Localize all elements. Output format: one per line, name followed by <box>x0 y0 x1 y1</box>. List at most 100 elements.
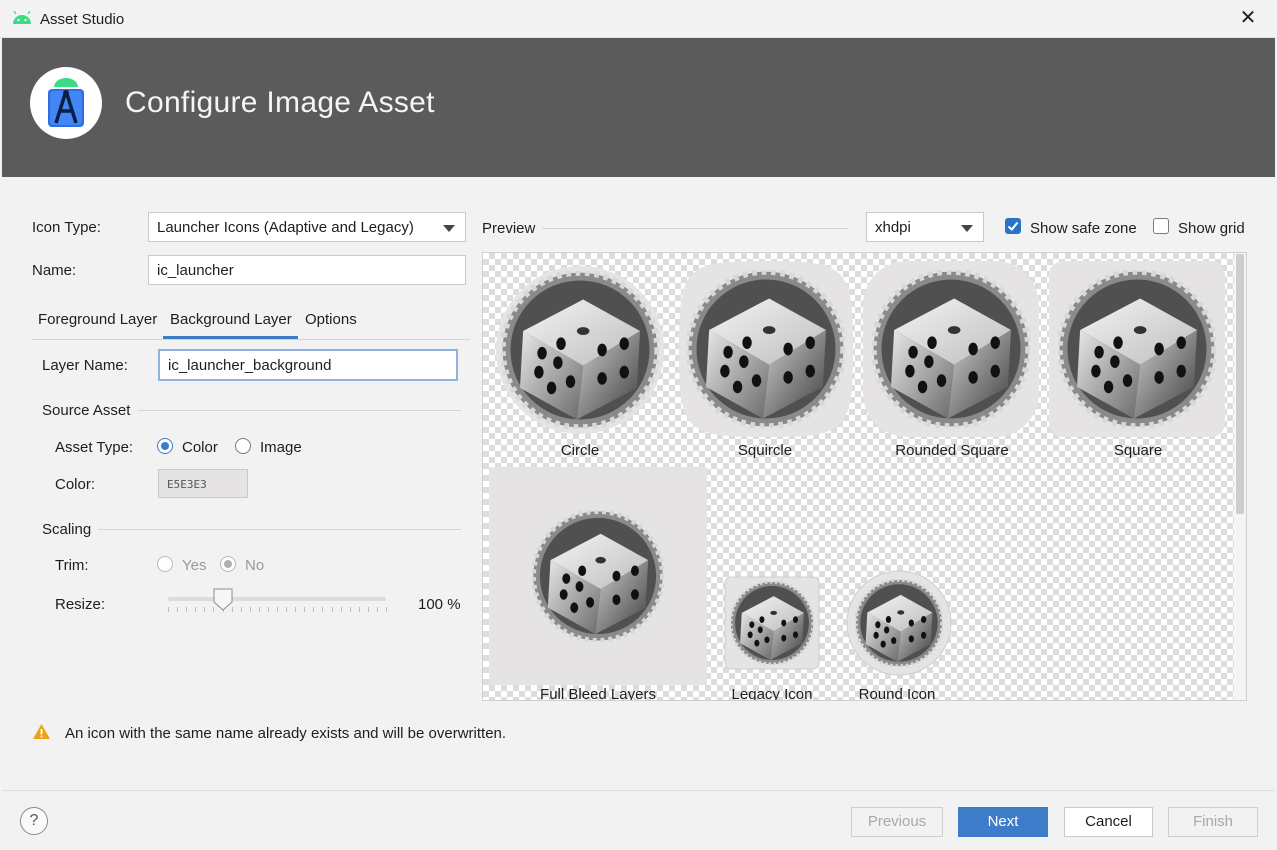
slider-tick <box>376 607 378 612</box>
scaling-divider <box>98 529 461 530</box>
slider-tick <box>258 607 260 612</box>
show-safe-zone-checkbox[interactable] <box>1005 218 1021 234</box>
slider-tick <box>331 607 333 612</box>
resize-slider-thumb[interactable] <box>212 588 234 612</box>
preview-rounded-square-icon <box>863 261 1039 437</box>
slider-tick <box>367 607 369 612</box>
slider-tick <box>168 607 169 612</box>
warning-icon <box>33 724 50 739</box>
caption-circle: Circle <box>560 442 600 459</box>
slider-tick <box>177 607 179 612</box>
slider-tick <box>386 607 387 612</box>
trim-yes-label[interactable]: Yes <box>182 557 206 574</box>
cancel-button[interactable]: Cancel <box>1064 807 1153 837</box>
page-title: Configure Image Asset <box>125 86 435 119</box>
slider-tick <box>277 607 278 612</box>
android-studio-icon <box>48 78 84 127</box>
preview-divider <box>542 228 848 229</box>
preview-label: Preview <box>482 220 536 237</box>
slider-tick <box>286 607 288 612</box>
checkmark-icon <box>1007 221 1019 231</box>
slider-tick <box>295 607 297 612</box>
name-label: Name: <box>32 262 77 279</box>
trim-yes-radio[interactable] <box>157 556 173 572</box>
slider-tick <box>240 607 242 612</box>
resize-label: Resize: <box>55 596 106 613</box>
trim-label: Trim: <box>55 557 89 574</box>
show-grid-checkbox[interactable] <box>1153 218 1169 234</box>
name-value: ic_launcher <box>157 262 234 279</box>
color-hex-value: E5E3E3 <box>167 478 207 491</box>
preview-circle-icon <box>496 266 664 434</box>
preview-squircle-icon <box>679 261 853 437</box>
preview-round-icon <box>846 570 952 676</box>
tab-background-layer[interactable]: Background Layer <box>170 311 292 328</box>
preview-square-icon <box>1049 261 1225 437</box>
caption-square: Square <box>1113 442 1163 459</box>
slider-tick <box>340 607 342 612</box>
slider-tick <box>349 607 351 612</box>
show-safe-zone-label[interactable]: Show safe zone <box>1030 220 1137 237</box>
icon-type-value: Launcher Icons (Adaptive and Legacy) <box>157 219 414 236</box>
caption-legacy-icon: Legacy Icon <box>731 686 813 701</box>
density-value: xhdpi <box>875 219 911 236</box>
slider-tick <box>322 607 324 612</box>
source-asset-divider <box>138 410 461 411</box>
window-title-bar: Asset Studio ✕ <box>0 0 1277 38</box>
chevron-down-icon <box>443 225 455 232</box>
android-studio-logo <box>30 67 102 139</box>
chevron-down-icon <box>961 225 973 232</box>
asset-type-label: Asset Type: <box>55 439 134 456</box>
preview-scrollbar-thumb[interactable] <box>1236 254 1244 514</box>
help-button[interactable]: ? <box>20 807 48 835</box>
close-icon[interactable]: ✕ <box>1237 6 1259 30</box>
asset-type-image-radio[interactable] <box>235 438 251 454</box>
asset-type-image-label[interactable]: Image <box>260 439 302 456</box>
name-field[interactable]: ic_launcher <box>148 255 466 285</box>
window-title: Asset Studio <box>40 11 125 28</box>
warning-message: An icon with the same name already exist… <box>65 725 507 742</box>
density-select[interactable]: xhdpi <box>866 212 984 242</box>
trim-no-label[interactable]: No <box>245 557 264 574</box>
wizard-header: Configure Image Asset <box>2 38 1275 177</box>
resize-slider-ticks <box>168 607 387 613</box>
show-grid-label[interactable]: Show grid <box>1178 220 1245 237</box>
previous-button[interactable]: Previous <box>851 807 943 837</box>
caption-rounded-square: Rounded Square <box>895 442 1009 459</box>
slider-tick <box>267 607 269 612</box>
asset-type-color-radio[interactable] <box>157 438 173 454</box>
resize-slider-track[interactable] <box>168 597 386 601</box>
asset-type-color-label[interactable]: Color <box>182 439 218 456</box>
layer-name-field[interactable]: ic_launcher_background <box>158 349 458 381</box>
caption-full-bleed-layers: Full Bleed Layers <box>540 686 656 701</box>
slider-tick <box>249 607 251 612</box>
slider-tick <box>204 607 206 612</box>
slider-tick <box>358 607 360 612</box>
slider-tick <box>313 607 315 612</box>
caption-squircle: Squircle <box>737 442 793 459</box>
slider-tick <box>195 607 197 612</box>
tabs-divider <box>32 339 470 340</box>
slider-tick <box>304 607 306 612</box>
tab-foreground-layer[interactable]: Foreground Layer <box>38 311 157 328</box>
next-button[interactable]: Next <box>958 807 1048 837</box>
scaling-heading: Scaling <box>42 521 92 538</box>
layer-name-label: Layer Name: <box>42 357 128 374</box>
trim-no-radio[interactable] <box>220 556 236 572</box>
preview-legacy-icon <box>724 576 820 670</box>
tab-options[interactable]: Options <box>305 311 357 328</box>
color-label: Color: <box>55 476 96 493</box>
layer-name-value: ic_launcher_background <box>168 357 332 374</box>
preview-full-bleed-icon <box>489 467 707 685</box>
color-swatch-button[interactable]: E5E3E3 <box>158 469 248 498</box>
icon-type-label: Icon Type: <box>32 219 101 236</box>
slider-tick <box>186 607 188 612</box>
resize-value: 100 % <box>418 596 461 613</box>
caption-round-icon: Round Icon <box>858 686 936 701</box>
icon-type-select[interactable]: Launcher Icons (Adaptive and Legacy) <box>148 212 466 242</box>
finish-button[interactable]: Finish <box>1168 807 1258 837</box>
preview-panel: Circle Squircle Rounded Square Square Fu… <box>482 252 1247 701</box>
android-logo-icon <box>13 11 31 24</box>
source-asset-heading: Source Asset <box>42 402 131 419</box>
footer-divider <box>2 790 1275 791</box>
